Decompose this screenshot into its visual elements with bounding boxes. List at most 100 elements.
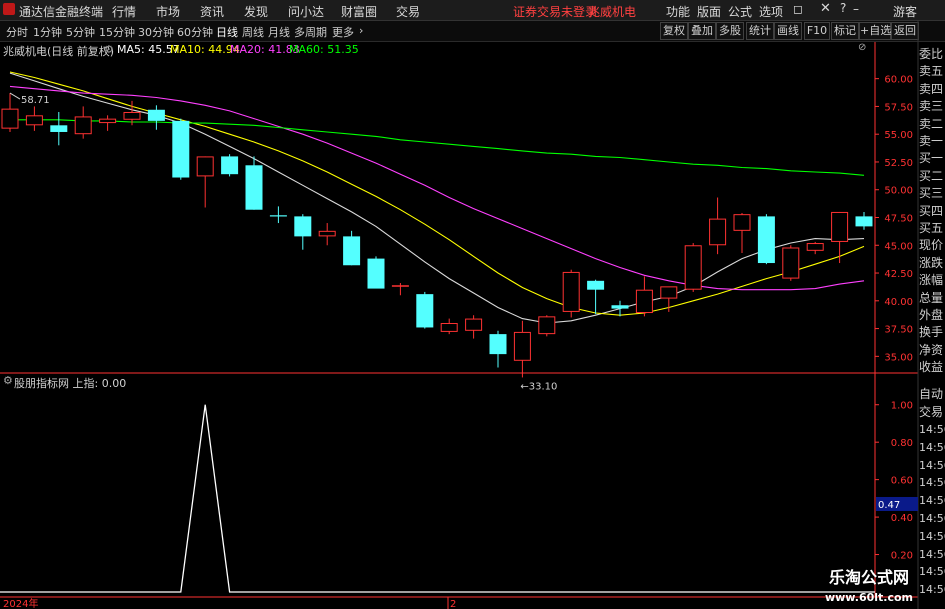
candle-body [660, 286, 678, 299]
tick-time: 14:56 [919, 529, 945, 543]
price-tick-label: 47.50 [884, 214, 913, 225]
price-tick-label: 57.50 [884, 102, 913, 113]
sidebar-label: 买五 [919, 221, 944, 235]
candle-body [635, 289, 653, 314]
candle-body [1, 108, 19, 129]
indicator-tick-label: 0.80 [891, 438, 913, 449]
tick-time: 14:56 [919, 440, 945, 454]
candle-body [489, 334, 507, 355]
sidebar-label: 换手 [919, 325, 944, 340]
indicator-tick-label: 0.40 [891, 513, 913, 524]
sidebar-label: 净资 [919, 342, 944, 357]
candle-body [416, 294, 434, 328]
candle-body [513, 331, 531, 361]
candle-body [538, 316, 556, 335]
candle-body [123, 111, 141, 120]
candle-body [391, 285, 409, 287]
watermark-url: www.60lt.com [825, 591, 913, 604]
ma-line-ma10 [9, 71, 865, 316]
indicator-tick-label: 0.60 [891, 476, 913, 487]
high-price-label: 58.71 [21, 95, 50, 106]
candle-body [440, 323, 458, 332]
ma-line-ma5 [9, 72, 865, 324]
candle-body [318, 230, 336, 237]
tick-time: 14:56 [919, 458, 945, 472]
sidebar-trade-label[interactable]: 交易 [919, 403, 943, 420]
price-tick-label: 42.50 [884, 269, 913, 280]
price-tick-label: 45.00 [884, 241, 913, 252]
tick-time: 14:56 [919, 547, 945, 561]
sidebar-label: 买一 [919, 151, 944, 166]
indicator-plot [0, 404, 875, 593]
candle-body [25, 115, 43, 126]
price-tick-label: 60.00 [884, 75, 913, 86]
candle-body [562, 271, 580, 312]
candle-body [245, 165, 263, 210]
site-watermark: 乐淘公式网 www.60lt.com [825, 568, 913, 604]
candle-body [294, 216, 312, 237]
low-price-label: ←33.10 [520, 381, 557, 392]
price-tick-label: 35.00 [884, 352, 913, 363]
candle-body [147, 109, 165, 121]
month-label: 2 [450, 599, 456, 609]
price-tick-label: 50.00 [884, 186, 913, 197]
grid-lines [0, 21, 919, 609]
axis-labels: 60.00 57.50 55.00 52.50 50.00 47.50 45.00 42.50… [3, 75, 918, 609]
price-tick-label: 52.50 [884, 158, 913, 169]
sidebar-label: 卖四 [919, 81, 944, 96]
cursor-value-label: 0.47 [878, 500, 900, 511]
candle-body [50, 125, 68, 132]
sidebar-label: 卖二 [919, 116, 944, 131]
sidebar-label: 现价 [919, 238, 944, 253]
ma-line-ma60 [10, 119, 865, 176]
sidebar-label: 买二 [919, 168, 944, 183]
sidebar-label: 买四 [919, 203, 944, 218]
candle-body [611, 305, 629, 309]
sidebar-label: 买三 [919, 186, 944, 201]
candle-body [343, 236, 361, 266]
price-tick-label: 40.00 [884, 297, 913, 308]
sidebar-label: 卖三 [919, 99, 944, 114]
year-label: 2024年 [3, 597, 38, 609]
candle-body [367, 258, 385, 289]
candle-body [684, 245, 702, 290]
sidebar-label: 涨幅 [919, 273, 944, 288]
candle-body [831, 211, 849, 242]
candle-body [733, 214, 751, 231]
kline-chart[interactable]: 60.00 57.50 55.00 52.50 50.00 47.50 45.00 42.50… [0, 0, 945, 609]
tick-time: 14:56 [919, 512, 945, 525]
candle-body [855, 216, 873, 227]
candle-body [269, 215, 287, 217]
candle-body [709, 218, 727, 246]
candle-body [74, 116, 92, 135]
candle-body [172, 120, 190, 178]
tick-time: 14:56 [919, 423, 945, 436]
sidebar-label: 卖一 [919, 134, 944, 148]
moving-average-lines [9, 71, 865, 324]
high-marker-line [9, 92, 21, 100]
candle-body [99, 118, 117, 124]
tick-time: 14:56 [919, 476, 945, 490]
sidebar-label: 收益 [919, 360, 944, 375]
candle-body [221, 156, 239, 175]
candle-body [196, 156, 214, 177]
tick-time: 14:56 [919, 494, 945, 508]
indicator-tick-label: 1.00 [891, 401, 913, 412]
candle-body [782, 247, 800, 279]
candle-body [587, 280, 605, 290]
sidebar-label: 外盘 [919, 308, 944, 322]
price-tick-label: 37.50 [884, 325, 913, 336]
candle-body [757, 216, 775, 264]
sidebar-label: 总量 [919, 290, 944, 305]
sidebar-label: 卖五 [919, 64, 944, 79]
sidebar-trade-label[interactable]: 自动 [919, 385, 943, 402]
sidebar-label: 委比 [919, 47, 944, 61]
watermark-title: 乐淘公式网 [829, 568, 909, 587]
indicator-line [0, 404, 875, 593]
candle-body [465, 318, 483, 331]
candle-body [806, 243, 824, 251]
indicator-tick-label: 0.20 [891, 551, 913, 562]
candlesticks [1, 93, 873, 378]
price-tick-label: 55.00 [884, 130, 913, 141]
sidebar-label: 涨跌 [919, 255, 944, 270]
